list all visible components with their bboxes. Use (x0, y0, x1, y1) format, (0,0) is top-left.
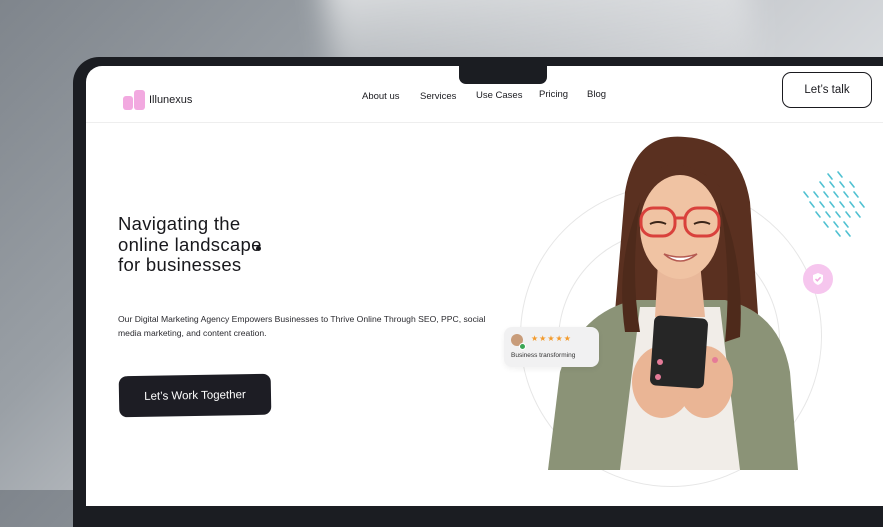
nav-item-use-cases[interactable]: Use Cases (476, 90, 522, 101)
nav-item-about-us[interactable]: About us (362, 91, 400, 102)
nav-item-services[interactable]: Services (420, 91, 456, 102)
hero-title: Navigating the online landscape for busi… (118, 213, 262, 276)
lets-talk-button[interactable]: Let’s talk (782, 72, 872, 108)
nav-item-pricing[interactable]: Pricing (539, 89, 568, 100)
main-nav: About us Services Use Cases Pricing Blog (0, 89, 883, 105)
nav-item-blog[interactable]: Blog (587, 89, 606, 100)
woman-with-phone-image (548, 136, 798, 470)
camera-notch (459, 64, 547, 84)
hero-title-line: for businesses (118, 254, 242, 275)
lets-work-together-button[interactable]: Let’s Work Together (118, 373, 272, 418)
online-status-dot (519, 343, 526, 350)
review-text: Business transforming (511, 352, 576, 359)
header-divider (86, 122, 883, 123)
decorative-dash-pattern (803, 171, 865, 237)
hero-title-line: online landscape (118, 233, 262, 255)
review-card: ★★★★★ Business transforming (504, 327, 599, 367)
hero-description: Our Digital Marketing Agency Empowers Bu… (118, 313, 486, 338)
shield-check-badge (803, 264, 833, 294)
star-icon: ★★★★★ (531, 334, 572, 343)
hero-title-line: Navigating the (118, 213, 241, 234)
cursor-dot (256, 246, 261, 251)
shield-check-icon (813, 273, 823, 285)
